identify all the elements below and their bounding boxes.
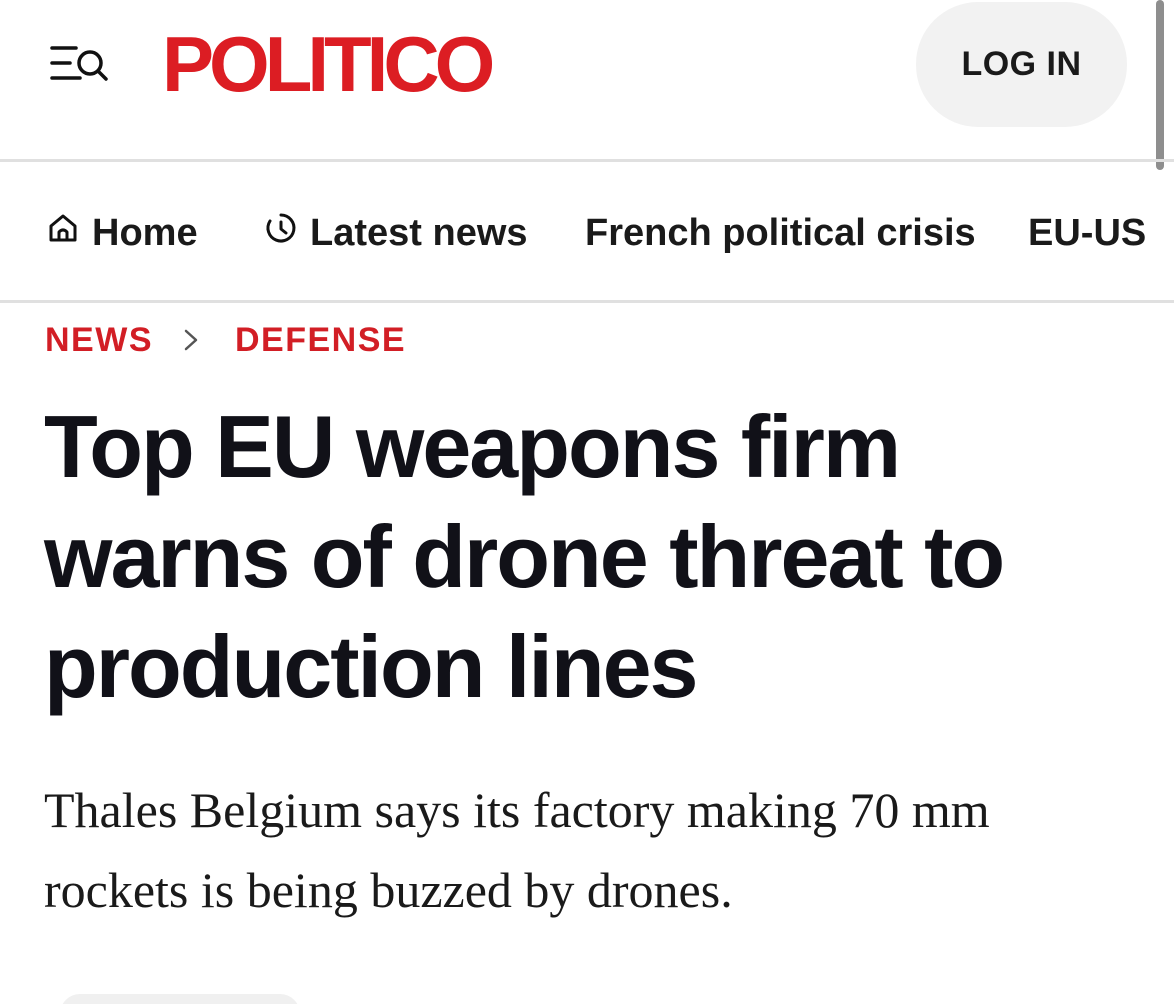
home-icon [46, 211, 80, 255]
menu-search-icon[interactable] [50, 44, 110, 86]
scrollbar[interactable] [1156, 0, 1164, 170]
nav-item-eu-us[interactable]: EU-US [1028, 208, 1146, 258]
nav-item-label: EU-US [1028, 211, 1147, 254]
divider [0, 300, 1174, 303]
politico-logo[interactable]: POLITICO [162, 22, 495, 106]
section-nav: Home Latest news French political crisis… [0, 162, 1174, 300]
breadcrumb-defense[interactable]: DEFENSE [235, 321, 406, 360]
nav-item-french-political-crisis[interactable]: French political crisis [585, 208, 976, 258]
nav-item-home[interactable]: Home [46, 208, 198, 258]
breadcrumb-news[interactable]: NEWS [45, 321, 153, 360]
chevron-right-icon [183, 328, 199, 352]
login-button[interactable]: LOG IN [916, 2, 1127, 127]
breadcrumb: NEWS DEFENSE [45, 318, 406, 362]
clock-icon [264, 211, 298, 255]
page: POLITICO LOG IN Home Latest news French … [0, 0, 1174, 1004]
nav-item-label: Latest news [310, 211, 528, 254]
nav-item-label: Home [92, 211, 198, 254]
nav-item-latest-news[interactable]: Latest news [264, 208, 528, 258]
nav-item-label: French political crisis [585, 211, 976, 254]
site-header: POLITICO LOG IN [0, 0, 1174, 170]
article-headline: Top EU weapons firm warns of drone threa… [44, 397, 1005, 716]
article-dek: Thales Belgium says its factory making 7… [44, 782, 990, 918]
bottom-pill [60, 994, 300, 1004]
